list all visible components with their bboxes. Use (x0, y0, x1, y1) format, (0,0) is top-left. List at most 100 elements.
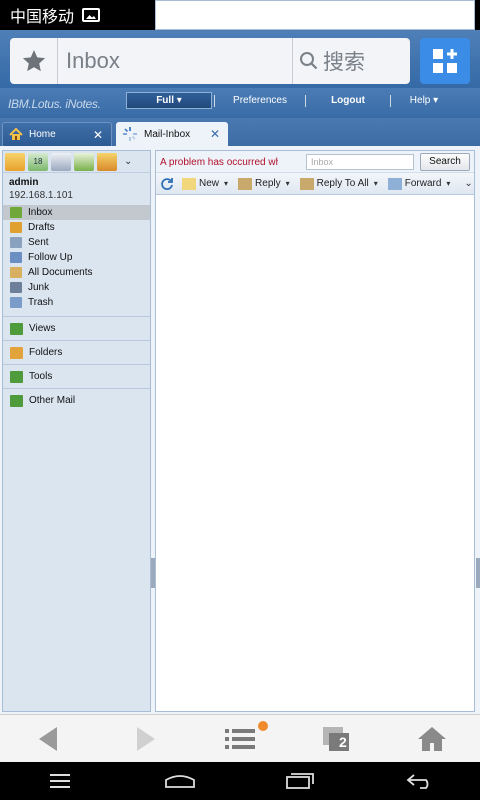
system-navigation-bar (0, 762, 480, 800)
new-button[interactable]: New ▾ (182, 177, 228, 190)
folder-icon (10, 267, 22, 278)
chevron-double-down-icon[interactable]: ⌄ (124, 156, 132, 167)
folder-label: Follow Up (28, 252, 73, 263)
notebook-app-icon[interactable] (97, 152, 117, 171)
section-icon (10, 394, 23, 407)
image-notification-icon (82, 8, 101, 22)
list-menu-icon (225, 729, 255, 749)
forward-icon (387, 177, 402, 190)
system-menu-button[interactable] (30, 762, 90, 800)
tabs-button[interactable]: 2 (306, 715, 366, 763)
full-mode-dropdown[interactable]: Full ▾ (126, 92, 212, 109)
folder-item[interactable]: Sent (3, 235, 150, 250)
folder-icon (10, 252, 22, 263)
folder-label: Inbox (28, 207, 53, 218)
recents-icon (286, 773, 314, 789)
folder-icon (10, 297, 22, 308)
folder-icon (10, 237, 22, 248)
folder-item[interactable]: Drafts (3, 220, 150, 235)
folder-item[interactable]: Inbox (3, 205, 150, 220)
brand-logo: IBM.Lotus. iNotes. (8, 97, 101, 111)
app-switcher-toolbar: 18 ⌄ (3, 151, 150, 173)
section-icon (10, 322, 23, 335)
calendar-app-icon[interactable]: 18 (28, 152, 48, 171)
tab-mail-inbox[interactable]: Mail-Inbox ✕ (116, 122, 228, 146)
search-input[interactable]: Inbox (306, 154, 414, 170)
refresh-icon[interactable] (160, 177, 174, 191)
help-dropdown[interactable]: Help ▾ (393, 95, 455, 106)
section-list: Views Folders Tools Other Mail (3, 316, 150, 412)
menu-icon (50, 774, 70, 788)
message-pane: A problem has occurred while Inbox Searc… (155, 150, 475, 712)
tab-home-label: Home (29, 129, 56, 140)
folder-label: Drafts (28, 222, 55, 233)
preferences-link[interactable]: Preferences (217, 95, 303, 106)
nav-section[interactable]: Tools (3, 364, 150, 388)
apps-button[interactable] (420, 38, 470, 84)
forward-nav-button[interactable] (116, 715, 176, 763)
section-label: Views (29, 323, 56, 334)
navigation-pane: 18 ⌄ admin 192.168.1.101 Inbox Drafts Sent… (2, 150, 151, 712)
reply-all-button[interactable]: Reply To All ▾ (299, 177, 378, 190)
tabs-count: 2 (339, 734, 347, 750)
carrier-name: 中国移动 (10, 7, 75, 26)
folder-item[interactable]: Junk (3, 280, 150, 295)
nav-section[interactable]: Views (3, 316, 150, 340)
clock: 19:20 (273, 5, 316, 24)
folder-icon (10, 207, 22, 218)
message-bar: A problem has occurred while Inbox Searc… (156, 151, 474, 173)
battery-indicator: 78 (244, 7, 264, 23)
close-icon[interactable]: ✕ (93, 128, 103, 142)
nav-section[interactable]: Other Mail (3, 388, 150, 412)
contacts-app-icon[interactable] (51, 152, 71, 171)
nav-divider (214, 94, 215, 107)
folder-item[interactable]: Follow Up (3, 250, 150, 265)
todo-app-icon[interactable] (74, 152, 94, 171)
folder-item[interactable]: All Documents (3, 265, 150, 280)
browser-bottom-bar: 2 (0, 714, 480, 762)
page-title-in-url[interactable]: Inbox (58, 48, 292, 74)
reply-button[interactable]: Reply ▾ (238, 177, 290, 190)
folder-icon (10, 282, 22, 293)
bookmark-star-icon[interactable] (10, 38, 58, 84)
error-message: A problem has occurred while (160, 157, 278, 168)
tab-strip: Home ✕ Mail-Inbox ✕ (0, 118, 480, 146)
top-nav: Full ▾ Preferences Logout Help ▾ (126, 92, 455, 109)
logout-link[interactable]: Logout (308, 95, 388, 106)
mail-app-icon[interactable] (5, 152, 25, 171)
nav-divider (390, 94, 391, 107)
nav-section[interactable]: Folders (3, 340, 150, 364)
pane-splitter-handle-right[interactable] (476, 558, 480, 588)
search-icon (300, 52, 318, 70)
search-zone[interactable]: 搜索 (292, 38, 410, 84)
system-home-button[interactable] (150, 762, 210, 800)
more-actions-icon[interactable]: ⌄ (464, 178, 472, 189)
back-button[interactable] (18, 715, 78, 763)
notification-dot (258, 721, 268, 731)
section-icon (10, 346, 23, 359)
alarm-icon (157, 7, 173, 23)
home-outline-icon (165, 775, 195, 788)
server-address: 192.168.1.101 (9, 190, 73, 201)
system-recents-button[interactable] (270, 762, 330, 800)
forward-button[interactable]: Forward ▾ (387, 177, 450, 190)
folder-item[interactable]: Trash (3, 295, 150, 310)
section-icon (10, 370, 23, 383)
signal-icon (217, 7, 234, 23)
address-bar[interactable]: Inbox 搜索 (10, 38, 410, 84)
search-button[interactable]: Search (420, 153, 470, 171)
loading-spinner-icon (123, 127, 137, 141)
inotes-banner: IBM.Lotus. iNotes. Full ▾ Preferences Lo… (0, 88, 480, 118)
reply-icon (238, 177, 253, 190)
menu-button[interactable] (210, 715, 270, 763)
system-back-button[interactable] (390, 762, 450, 800)
home-button[interactable] (402, 715, 462, 763)
home-icon (418, 727, 446, 751)
tab-home[interactable]: Home ✕ (2, 122, 112, 146)
tab-inbox-label: Mail-Inbox (144, 128, 191, 140)
browser-header: Inbox 搜索 (0, 30, 480, 88)
back-icon (406, 774, 429, 789)
section-label: Tools (29, 371, 53, 382)
folder-icon (10, 222, 22, 233)
close-icon[interactable]: ✕ (210, 127, 220, 141)
